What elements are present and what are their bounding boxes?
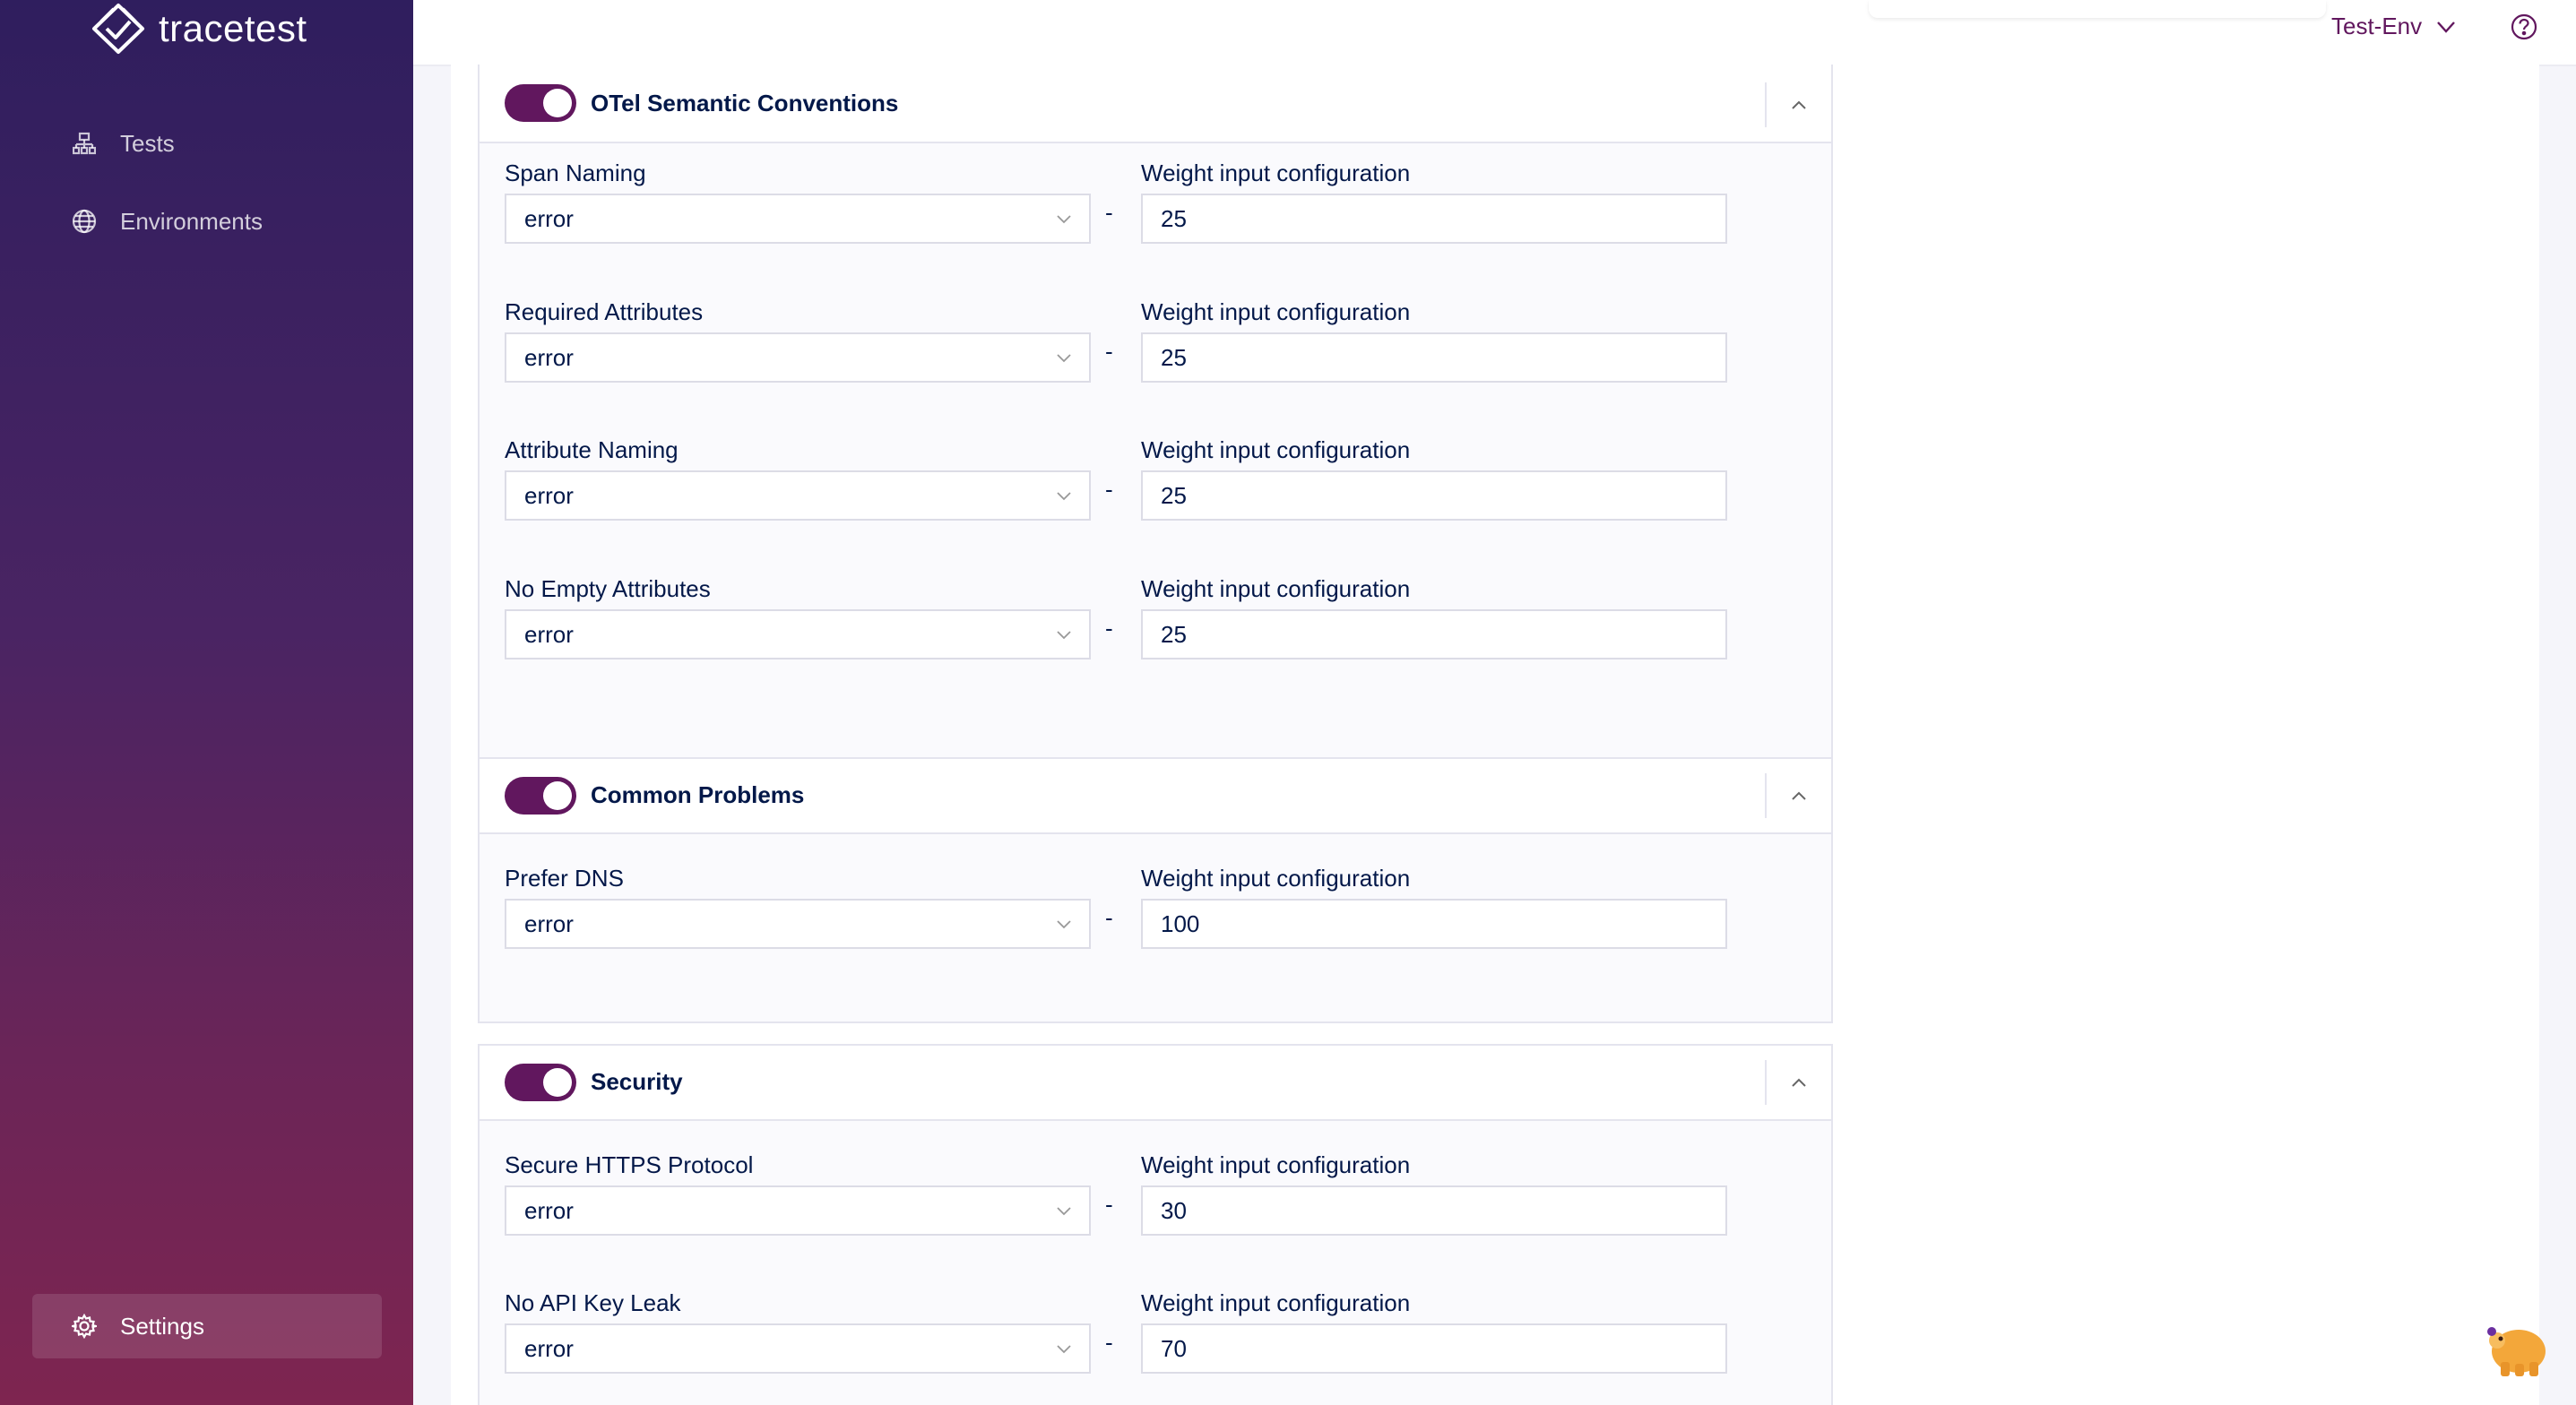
logo-text: tracetest [159,7,307,49]
level-select[interactable]: error [505,470,1091,521]
weight-label: Weight input configuration [1141,159,1411,186]
separator: - [1105,338,1113,365]
rule-row: Required Attributes Weight input configu… [505,298,1804,406]
level-select-value: error [524,620,574,648]
chevron-down-icon [1057,920,1071,929]
weight-label: Weight input configuration [1141,436,1411,463]
weight-label: Weight input configuration [1141,1151,1411,1178]
level-select[interactable]: error [505,332,1091,383]
separator: - [1105,1329,1113,1356]
section-title: Common Problems [591,781,805,808]
level-select[interactable]: error [505,1323,1091,1374]
rule-row: Secure HTTPS Protocol Weight input confi… [505,1151,1804,1259]
level-select-value: error [524,1334,574,1362]
chevron-down-icon [1057,631,1071,640]
chevron-up-icon [1792,1078,1806,1087]
environment-selector[interactable]: Test-Env [2331,13,2456,40]
collapse-button[interactable] [1765,1060,1831,1105]
section-header: Security [480,1046,1831,1121]
weight-label: Weight input configuration [1141,1289,1411,1316]
level-select[interactable]: error [505,609,1091,659]
sidebar-item-label: Settings [120,1312,204,1340]
level-select[interactable]: error [505,1185,1091,1236]
sidebar-item-settings[interactable]: Settings [32,1294,382,1358]
chevron-up-icon [1792,791,1806,800]
weight-input[interactable] [1141,609,1727,659]
chevron-down-icon [1057,215,1071,224]
rule-name: No API Key Leak [505,1289,681,1316]
weight-input[interactable] [1141,1185,1727,1236]
tracetest-logo-icon [92,4,144,54]
rule-row: Span Naming Weight input configuration e… [505,159,1804,267]
main-content: OTel Semantic Conventions Span Naming We… [451,65,2539,1405]
chevron-down-icon [1057,1345,1071,1354]
rule-name: No Empty Attributes [505,575,711,602]
chevron-down-icon [2437,21,2456,33]
tests-icon [68,127,100,159]
section-title: Security [591,1068,683,1095]
section-toggle[interactable] [505,777,576,815]
section-header: Common Problems [480,759,1831,834]
rule-name: Secure HTTPS Protocol [505,1151,754,1178]
separator: - [1105,904,1113,931]
weight-label: Weight input configuration [1141,865,1411,892]
gear-icon [68,1310,100,1342]
level-select[interactable]: error [505,899,1091,949]
rule-name: Prefer DNS [505,865,624,892]
rule-row: No Empty Attributes Weight input configu… [505,575,1804,683]
weight-input[interactable] [1141,194,1727,244]
section-header: OTel Semantic Conventions [480,65,1831,143]
header-search-panel[interactable] [1869,0,2326,18]
weight-input[interactable] [1141,899,1727,949]
sidebar-item-tests[interactable]: Tests [32,111,382,176]
level-select-value: error [524,481,574,509]
section-security: Security Secure HTTPS Protocol Weight in… [478,1044,1833,1405]
level-select-value: error [524,909,574,937]
section-common-problems: Common Problems Prefer DNS Weight input … [478,757,1833,1023]
chevron-down-icon [1057,492,1071,501]
level-select[interactable]: error [505,194,1091,244]
section-toggle[interactable] [505,1064,576,1101]
mascot-widget-icon[interactable] [2485,1317,2549,1380]
weight-label: Weight input configuration [1141,575,1411,602]
rule-row: Attribute Naming Weight input configurat… [505,436,1804,544]
sidebar-item-label: Environments [120,207,263,235]
section-otel-semantic-conventions: OTel Semantic Conventions Span Naming We… [478,65,1833,803]
rule-name: Attribute Naming [505,436,679,463]
settings-panel: OTel Semantic Conventions Span Naming We… [451,65,2539,1405]
separator: - [1105,1191,1113,1218]
separator: - [1105,615,1113,642]
sidebar-item-label: Tests [120,129,175,157]
section-title: OTel Semantic Conventions [591,90,899,116]
environment-selector-label: Test-Env [2331,13,2423,39]
globe-icon [68,205,100,237]
separator: - [1105,199,1113,226]
level-select-value: error [524,1196,574,1224]
rule-row: Prefer DNS Weight input configuration er… [505,865,1804,972]
chevron-down-icon [1057,1207,1071,1216]
rule-row: No API Key Leak Weight input configurati… [505,1289,1804,1397]
weight-input[interactable] [1141,332,1727,383]
rule-name: Required Attributes [505,298,704,325]
weight-input[interactable] [1141,470,1727,521]
chevron-down-icon [1057,354,1071,363]
section-toggle[interactable] [505,84,576,122]
sidebar: tracetest Tests Environments Settings [0,0,413,1405]
logo[interactable]: tracetest [89,0,307,57]
weight-input[interactable] [1141,1323,1727,1374]
level-select-value: error [524,343,574,371]
level-select-value: error [524,204,574,232]
sidebar-item-environments[interactable]: Environments [32,189,382,254]
weight-label: Weight input configuration [1141,298,1411,325]
chevron-up-icon [1792,100,1806,109]
collapse-button[interactable] [1765,773,1831,818]
separator: - [1105,476,1113,503]
collapse-button[interactable] [1765,82,1831,127]
rule-name: Span Naming [505,159,646,186]
help-circle-icon[interactable] [2510,13,2538,41]
